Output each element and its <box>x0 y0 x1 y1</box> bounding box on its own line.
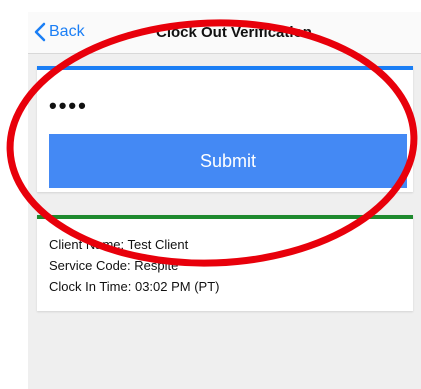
navigation-bar: Back Clock Out Verification <box>28 12 421 54</box>
verification-card: •••• Submit <box>37 66 413 192</box>
visit-info-card: Client Name: Test Client Service Code: R… <box>37 215 413 311</box>
page-title: Clock Out Verification <box>156 24 312 41</box>
app-screen: Back Clock Out Verification •••• Submit … <box>28 12 421 389</box>
submit-button[interactable]: Submit <box>49 134 407 188</box>
service-code-text: Service Code: Respite <box>49 258 179 273</box>
back-button[interactable]: Back <box>34 22 85 42</box>
password-field[interactable]: •••• <box>49 95 88 117</box>
main-content: •••• Submit Client Name: Test Client Ser… <box>28 54 421 389</box>
back-label: Back <box>49 23 85 40</box>
chevron-left-icon <box>34 22 46 42</box>
clock-in-time-text: Clock In Time: 03:02 PM (PT) <box>49 279 220 294</box>
client-name-text: Client Name: Test Client <box>49 237 189 252</box>
